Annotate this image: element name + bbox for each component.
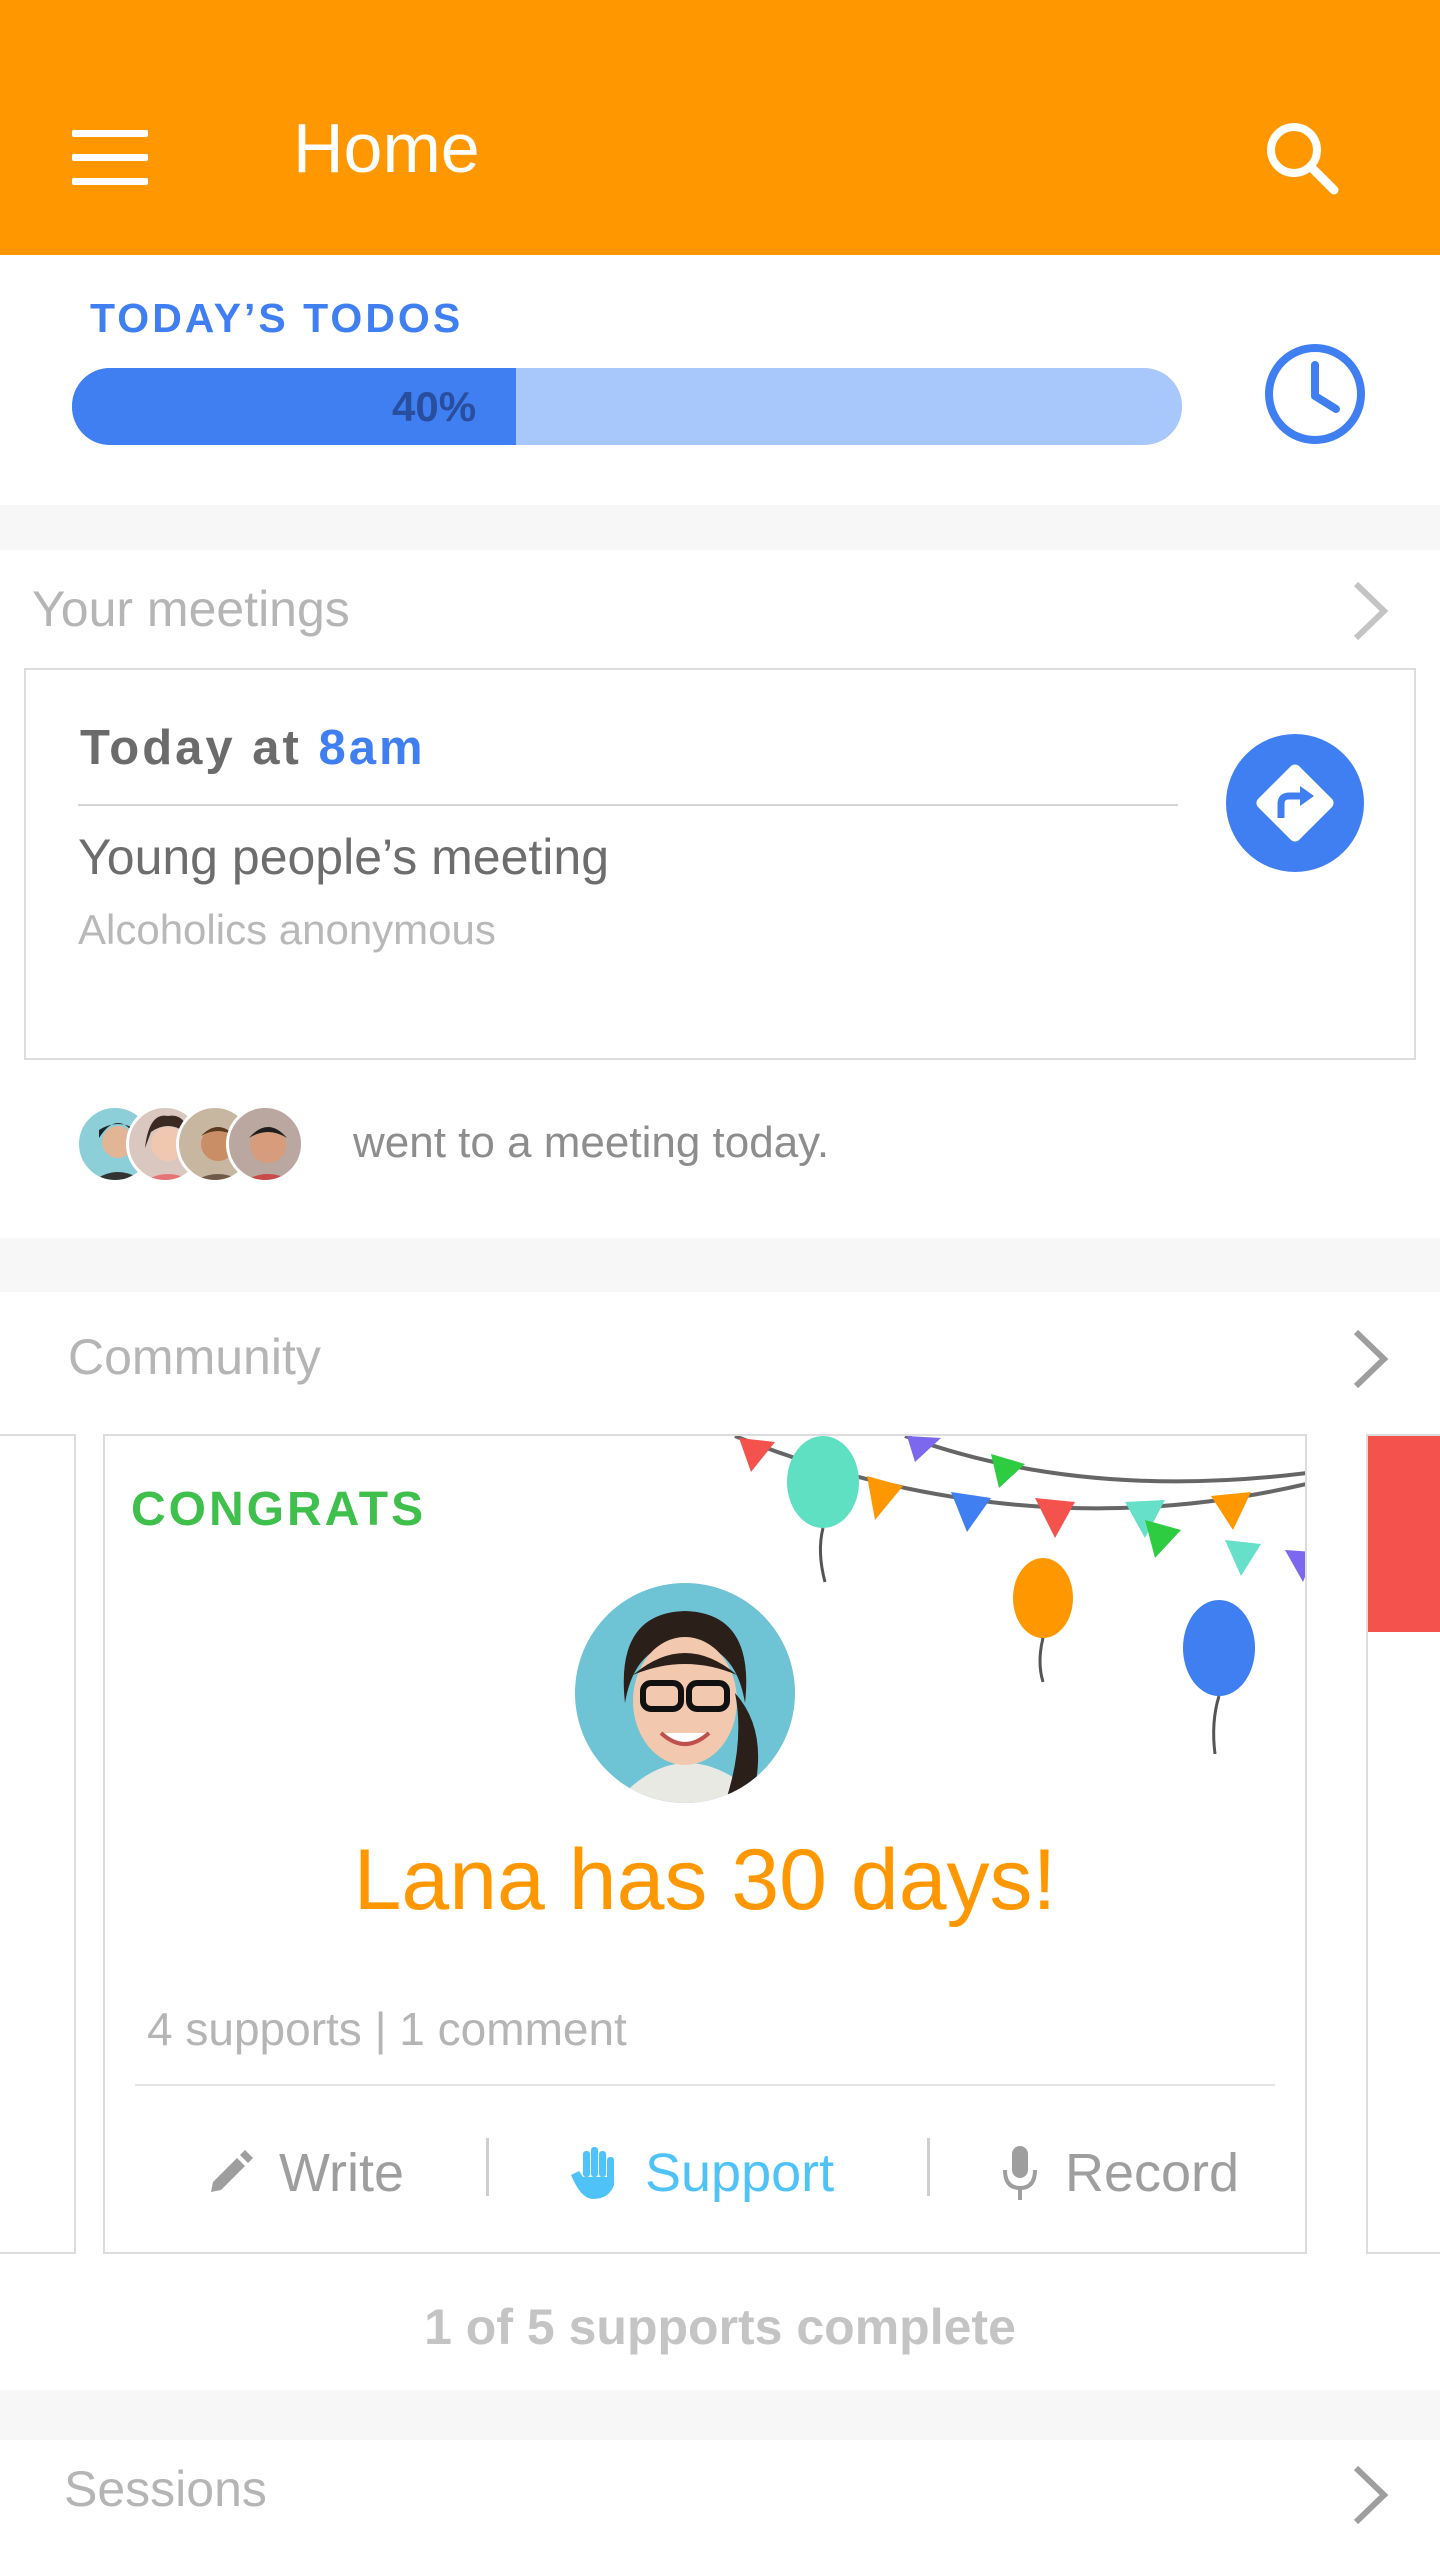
meetings-title: Your meetings bbox=[32, 581, 350, 637]
meeting-hour: 8am bbox=[318, 721, 426, 775]
card-label: CONGRATS bbox=[131, 1483, 427, 1536]
clock-icon[interactable] bbox=[1262, 341, 1368, 447]
meeting-organization: Alcoholics anonymous bbox=[78, 906, 496, 953]
support-button[interactable]: Support bbox=[569, 2142, 834, 2204]
app-bar: Home bbox=[0, 0, 1440, 255]
page-title: Home bbox=[293, 109, 480, 187]
sessions-title: Sessions bbox=[64, 2461, 267, 2517]
next-card[interactable] bbox=[1366, 1434, 1440, 2254]
avatar bbox=[226, 1105, 304, 1183]
previous-card[interactable] bbox=[0, 1434, 76, 2254]
next-card-header bbox=[1368, 1436, 1440, 1632]
chevron-right-icon[interactable] bbox=[1350, 1328, 1390, 1390]
chevron-right-icon[interactable] bbox=[1350, 580, 1390, 642]
support-label: Support bbox=[645, 2143, 835, 2203]
meetings-section: Your meetings Today at 8am Young people’… bbox=[0, 550, 1440, 1238]
menu-icon[interactable] bbox=[72, 130, 148, 186]
pencil-icon bbox=[211, 2150, 253, 2192]
chevron-right-icon[interactable] bbox=[1350, 2464, 1390, 2526]
community-section: Community CONGRATS Lana has 30 days! 4 s… bbox=[0, 1292, 1440, 2390]
supports-progress-text: 1 of 5 supports complete bbox=[424, 2299, 1016, 2355]
sessions-section: Sessions bbox=[0, 2440, 1440, 2560]
congrats-card[interactable]: CONGRATS Lana has 30 days! 4 supports | … bbox=[103, 1434, 1307, 2254]
attendance-text: went to a meeting today. bbox=[353, 1118, 830, 1167]
meeting-day: Today at bbox=[80, 721, 302, 775]
write-button[interactable]: Write bbox=[207, 2142, 404, 2204]
meeting-time: Today at 8am bbox=[80, 720, 426, 776]
hand-icon bbox=[571, 2147, 614, 2199]
card-divider bbox=[135, 2084, 1275, 2086]
milestone-text: Lana has 30 days! bbox=[353, 1832, 1057, 1928]
directions-button[interactable] bbox=[1226, 734, 1364, 872]
community-title: Community bbox=[68, 1329, 321, 1385]
directions-icon bbox=[1256, 764, 1334, 842]
celebration-decoration bbox=[734, 1436, 1305, 1755]
record-label: Record bbox=[1065, 2143, 1240, 2203]
todos-panel: TODAY’S TODOS 40% bbox=[0, 255, 1440, 505]
attendee-avatars[interactable] bbox=[76, 1105, 326, 1183]
action-separator bbox=[486, 2138, 489, 2196]
todos-progress-bar[interactable]: 40% bbox=[72, 368, 1182, 445]
meeting-divider bbox=[78, 804, 1178, 806]
card-stats[interactable]: 4 supports | 1 comment bbox=[147, 2002, 627, 2056]
record-button[interactable]: Record bbox=[1001, 2142, 1239, 2204]
avatar bbox=[575, 1583, 795, 1803]
todos-label: TODAY’S TODOS bbox=[90, 295, 464, 341]
action-separator bbox=[927, 2138, 930, 2196]
meeting-card[interactable]: Today at 8am Young people’s meeting Alco… bbox=[24, 668, 1416, 1060]
progress-text: 40% bbox=[392, 383, 477, 430]
write-label: Write bbox=[279, 2143, 405, 2203]
microphone-icon bbox=[1003, 2146, 1037, 2200]
meeting-name: Young people’s meeting bbox=[78, 829, 610, 885]
search-icon[interactable] bbox=[1262, 118, 1342, 198]
